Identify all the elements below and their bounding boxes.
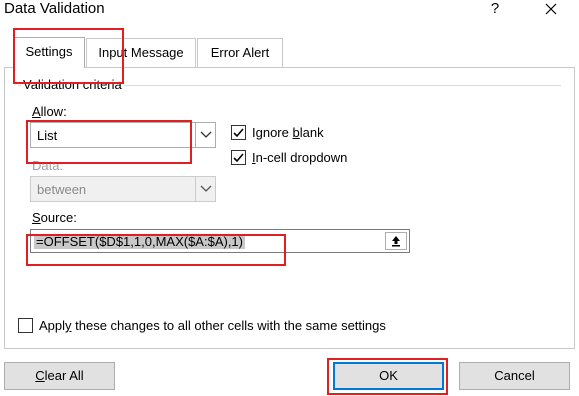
ignore-blank-label: Ignore blank: [252, 125, 324, 140]
allow-dropdown[interactable]: List: [30, 122, 216, 148]
in-cell-dropdown-checkbox[interactable]: In-cell dropdown: [231, 150, 347, 165]
checkbox-checked-icon[interactable]: [231, 150, 246, 165]
tab-error-alert[interactable]: Error Alert: [197, 38, 283, 67]
criteria-legend: Validation criteria: [21, 77, 124, 92]
ignore-blank-checkbox[interactable]: Ignore blank: [231, 125, 324, 140]
data-label: Data:: [32, 158, 64, 173]
clear-all-button[interactable]: Clear All: [4, 362, 115, 390]
upload-arrow-icon: [392, 236, 400, 247]
checkbox-checked-icon[interactable]: [231, 125, 246, 140]
tab-input-message[interactable]: Input Message: [86, 38, 196, 67]
chevron-down-icon[interactable]: [195, 123, 215, 147]
source-input[interactable]: =OFFSET($D$1,1,0,MAX($A:$A),1): [30, 229, 410, 253]
data-value: between: [37, 182, 87, 197]
allow-label-rest: llow:: [40, 104, 67, 119]
chevron-down-icon: [195, 177, 215, 201]
apply-all-checkbox[interactable]: Apply these changes to all other cells w…: [18, 318, 386, 333]
close-button[interactable]: [540, 0, 562, 20]
tab-settings[interactable]: Settings: [13, 37, 85, 68]
checkbox-unchecked-icon[interactable]: [18, 318, 33, 333]
collapse-dialog-button[interactable]: [385, 232, 407, 250]
data-dropdown: between: [30, 176, 216, 202]
allow-value: List: [37, 128, 58, 143]
help-button[interactable]: ?: [487, 0, 503, 18]
cancel-button[interactable]: Cancel: [459, 362, 570, 390]
source-value[interactable]: =OFFSET($D$1,1,0,MAX($A:$A),1): [34, 234, 245, 249]
allow-label: Allow:: [32, 104, 67, 119]
ok-button[interactable]: OK: [333, 362, 444, 390]
source-label: Source:: [32, 210, 77, 225]
in-cell-dropdown-label: In-cell dropdown: [252, 150, 348, 165]
dialog-title: Data Validation: [4, 0, 105, 17]
close-icon: [540, 3, 562, 23]
apply-all-label: Apply these changes to all other cells w…: [39, 318, 386, 333]
